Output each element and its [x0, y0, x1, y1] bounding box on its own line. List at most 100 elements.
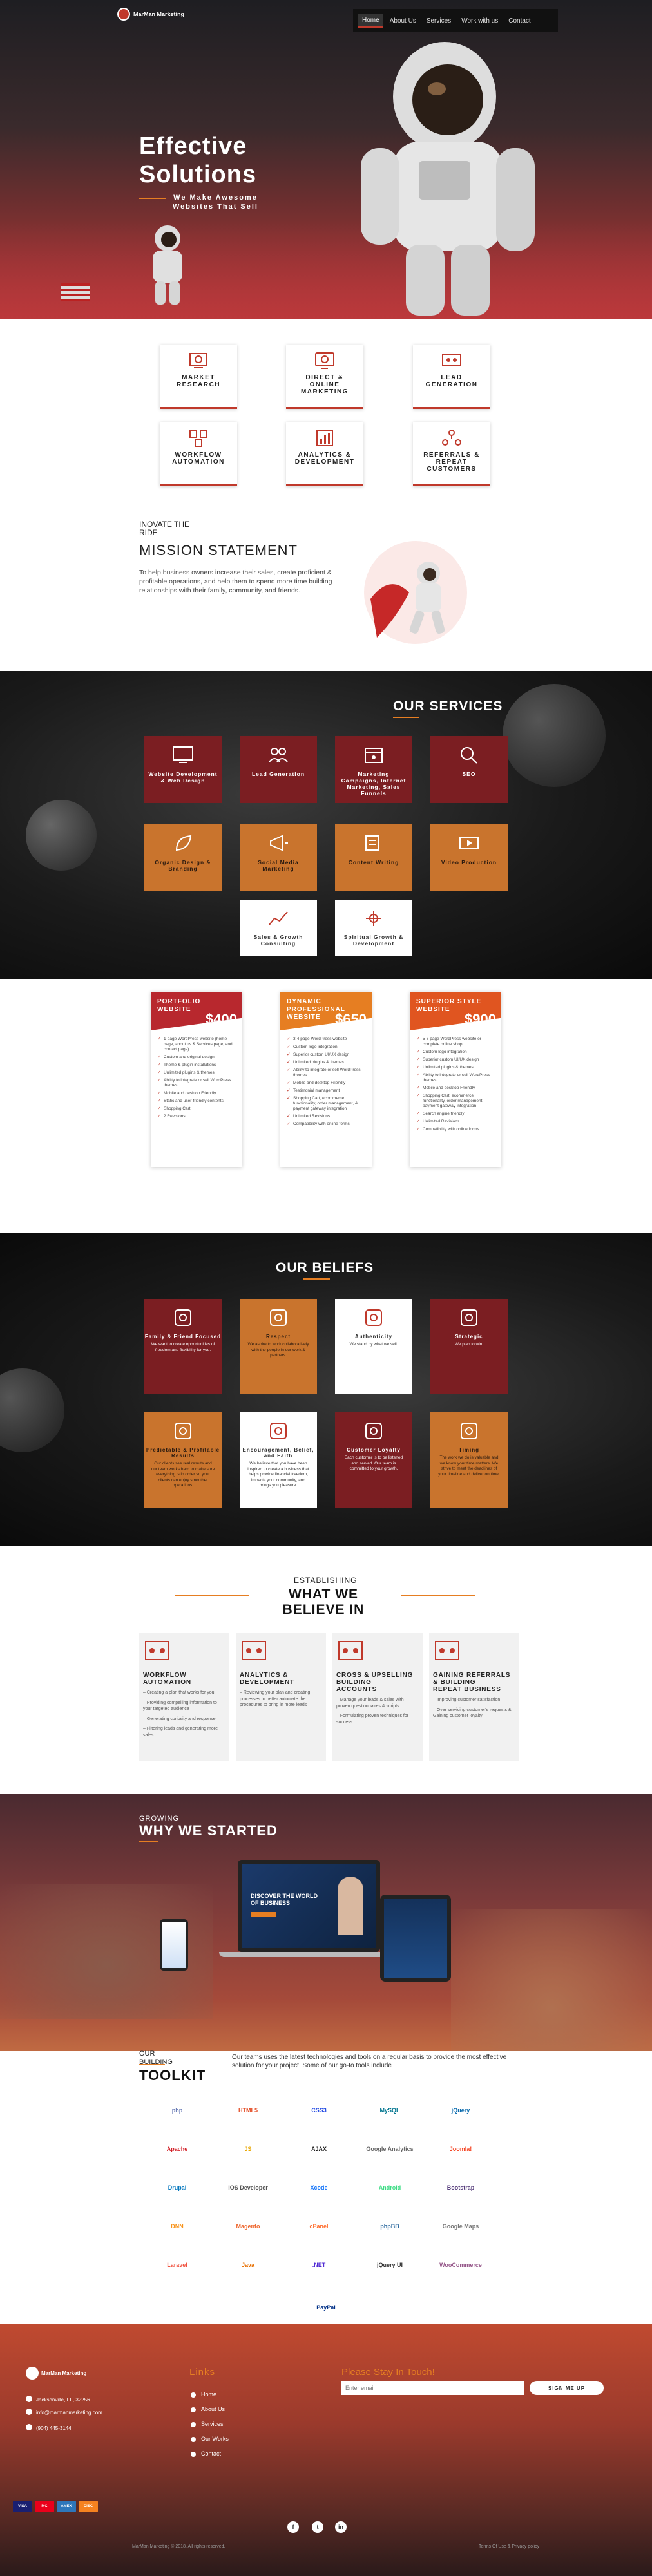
establishing-point-text: Improving customer satisfaction: [436, 1698, 501, 1702]
service-label: Video Production: [441, 859, 497, 866]
belief-text: We stand by what we sell.: [349, 1342, 398, 1347]
linkedin-icon[interactable]: in: [335, 2521, 347, 2533]
service-web-development[interactable]: Website Development & Web Design: [144, 736, 222, 803]
tool-logo-ajax: AJAX: [311, 2146, 327, 2152]
leaf-icon: [175, 835, 192, 851]
seo-icon: [461, 747, 477, 764]
pricing-card-superior[interactable]: SUPERIOR STYLE WEBSITE $900 5-6 page Wor…: [410, 992, 501, 1167]
service-video-production[interactable]: Video Production: [430, 824, 508, 891]
service-lead-generation[interactable]: Lead Generation: [240, 736, 317, 803]
pricing-feature-item: Ability to integrate or sell WordPress t…: [287, 1066, 365, 1079]
service-organic-design[interactable]: Organic Design & Branding: [144, 824, 222, 891]
establishing-title-line-2: BELIEVE IN: [282, 1602, 365, 1617]
footer-email[interactable]: info@marmanmarketing.com: [36, 2410, 102, 2416]
mission-kicker-line-2: RIDE: [139, 528, 158, 537]
belief-card[interactable]: Customer Loyalty Each customer is to be l…: [335, 1412, 412, 1508]
pricing-feature-item: Custom logo integration: [287, 1043, 365, 1051]
service-label: Marketing Campaigns, Internet Marketing,…: [341, 771, 407, 797]
pricing-feature-item: Mobile and desktop Friendly: [157, 1090, 236, 1097]
service-content-writing[interactable]: Content Writing: [335, 824, 412, 891]
feature-lead-generation[interactable]: LEAD GENERATION: [413, 345, 490, 409]
feature-referrals-repeat-customers[interactable]: REFERRALS & REPEAT CUSTOMERS: [413, 422, 490, 486]
workflow-icon: [189, 430, 207, 447]
brand-logo[interactable]: MarMan Marketing: [117, 6, 188, 22]
belief-text: Each customer is to be listened and serv…: [344, 1455, 403, 1471]
calendar-icon: [365, 748, 383, 763]
location-icon: [26, 2396, 32, 2402]
link-bullet-icon: [191, 2452, 196, 2457]
diamond-icon: [270, 1423, 287, 1439]
establishing-point-text: Manage your leads & sales with proven qu…: [336, 1698, 404, 1709]
analytics-icon: [242, 1641, 266, 1660]
establishing-col-title: ACCOUNTS: [336, 1686, 378, 1693]
establishing-col-title: ANALYTICS &: [240, 1672, 289, 1679]
belief-card[interactable]: Timing The work we do is valuable and we …: [430, 1412, 508, 1508]
astronaut-splash-illustration: [364, 541, 467, 644]
service-spiritual-growth[interactable]: Spiritual Growth & Development: [335, 900, 412, 956]
growth-icon: [269, 911, 288, 925]
footer-link-services[interactable]: Services: [201, 2421, 224, 2427]
feature-analytics-development[interactable]: ANALYTICS & DEVELOPMENT: [286, 422, 363, 486]
pricing-card-portfolio[interactable]: PORTFOLIO WEBSITE $400 1-page WordPress …: [151, 992, 242, 1167]
nav-home[interactable]: Home: [358, 14, 383, 28]
service-marketing-campaigns[interactable]: Marketing Campaigns, Internet Marketing,…: [335, 736, 412, 803]
twitter-icon[interactable]: t: [312, 2521, 323, 2533]
footer-address: Jacksonville, FL, 32256: [36, 2397, 90, 2403]
logo-icon: [117, 8, 130, 21]
nav-services[interactable]: Services: [423, 15, 455, 27]
nav-work[interactable]: Work with us: [457, 15, 502, 27]
screen-cta: [251, 1912, 276, 1917]
belief-card[interactable]: Predictable & Profitable Results Our clie…: [144, 1412, 222, 1508]
footer-link-contact[interactable]: Contact: [201, 2450, 221, 2457]
establishing-kicker: ESTABLISHING: [294, 1576, 358, 1585]
nav-contact[interactable]: Contact: [504, 15, 534, 27]
belief-card[interactable]: Family & Friend Focused We want to create…: [144, 1299, 222, 1394]
pricing-feature-item: Ability to integrate or sell WordPress t…: [416, 1072, 495, 1084]
feature-label: WORKFLOW: [175, 451, 222, 459]
footer-link-about[interactable]: About Us: [201, 2406, 225, 2412]
establishing-point-text: Generating curiosity and response: [146, 1716, 216, 1721]
footer-phone[interactable]: (904) 445-3144: [36, 2425, 72, 2431]
footer-link-home[interactable]: Home: [201, 2391, 216, 2398]
service-social-media[interactable]: Social Media Marketing: [240, 824, 317, 891]
planet-image: [26, 800, 97, 871]
flag-image: [61, 283, 90, 301]
belief-card[interactable]: Authenticity We stand by what we sell.: [335, 1299, 412, 1394]
footer-brand-name: MarMan Marketing: [41, 2371, 87, 2376]
tool-logo-drupal: Drupal: [168, 2184, 187, 2191]
pricing-feature-item: Custom and original design: [157, 1054, 236, 1061]
hero-subtitle-line-1: We Make Awesome: [173, 194, 258, 202]
belief-card[interactable]: Strategic We plan to win.: [430, 1299, 508, 1394]
tool-logo-laravel: Laravel: [167, 2262, 187, 2268]
feature-market-research[interactable]: MARKET RESEARCH: [160, 345, 237, 409]
feature-label: MARKET: [182, 374, 215, 381]
screen-headline: DISCOVER THE WORLD OF BUSINESS: [251, 1893, 318, 1907]
target-icon: [365, 1309, 382, 1326]
spiritual-icon: [366, 911, 381, 926]
pricing-price: $650: [335, 1011, 367, 1027]
pricing-card-dynamic[interactable]: DYNAMIC PROFESSIONAL WEBSITE $650 3-4 pa…: [280, 992, 372, 1167]
tool-logo-apache: Apache: [166, 2146, 188, 2152]
belief-card[interactable]: Respect We aspire to work collaboratively…: [240, 1299, 317, 1394]
feature-direct-online-marketing[interactable]: DIRECT & ONLINE MARKETING: [286, 345, 363, 409]
footer-link-works[interactable]: Our Works: [201, 2436, 229, 2442]
service-sales-growth[interactable]: Sales & Growth Consulting: [240, 900, 317, 956]
copyright-text: MarMan Marketing © 2018. All rights rese…: [132, 2544, 225, 2549]
newsletter-signup-button[interactable]: SIGN ME UP: [530, 2381, 604, 2395]
belief-card[interactable]: Encouragement, Belief, and Faith We belie…: [240, 1412, 317, 1508]
link-bullet-icon: [191, 2422, 196, 2427]
services-divider: [393, 717, 419, 718]
establishing-point: – Over servicing customer's requests & G…: [433, 1707, 512, 1719]
facebook-icon[interactable]: f: [287, 2521, 299, 2533]
beliefs-section: [0, 1233, 652, 1546]
terms-link[interactable]: Terms Of Use & Privacy policy: [479, 2544, 539, 2549]
footer-section: [0, 2324, 652, 2576]
tool-logo-magento: Magento: [236, 2223, 260, 2230]
phone-mockup: [160, 1919, 188, 1971]
feature-workflow-automation[interactable]: WORKFLOW AUTOMATION: [160, 422, 237, 486]
research-icon: [189, 353, 207, 368]
service-seo[interactable]: SEO: [430, 736, 508, 803]
toolkit-text: Our teams uses the latest technologies a…: [232, 2054, 507, 2069]
newsletter-email-input[interactable]: [341, 2381, 524, 2395]
nav-about[interactable]: About Us: [386, 15, 420, 27]
